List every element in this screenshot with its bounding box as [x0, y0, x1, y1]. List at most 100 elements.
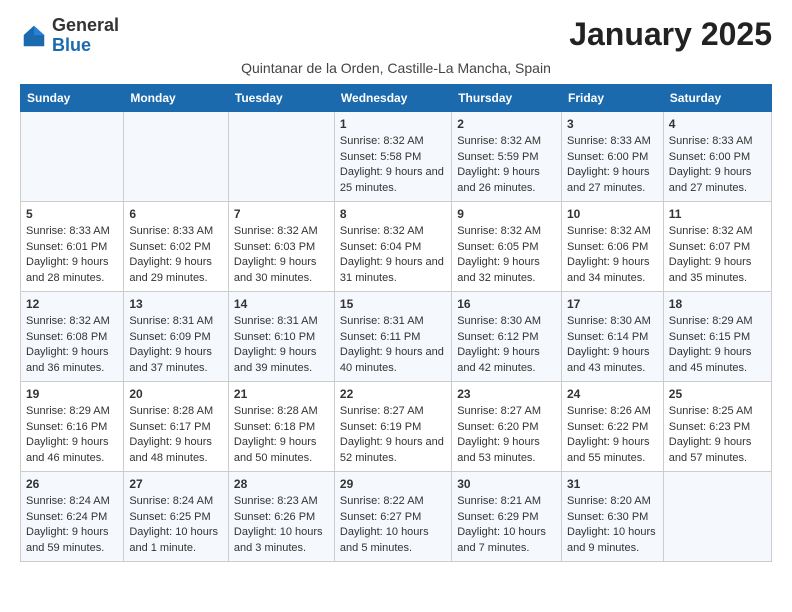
day-info: Daylight: 9 hours and 26 minutes.	[457, 165, 556, 196]
day-number: 17	[567, 296, 658, 313]
logo-icon	[20, 22, 48, 50]
calendar-cell: 18Sunrise: 8:29 AMSunset: 6:15 PMDayligh…	[663, 291, 771, 381]
day-info: Sunset: 6:09 PM	[129, 330, 223, 345]
location-subtitle: Quintanar de la Orden, Castille-La Manch…	[20, 60, 772, 76]
month-title: January 2025	[569, 16, 772, 53]
day-info: Sunset: 5:59 PM	[457, 150, 556, 165]
day-info: Daylight: 9 hours and 30 minutes.	[234, 255, 329, 286]
day-number: 13	[129, 296, 223, 313]
day-number: 10	[567, 206, 658, 223]
day-info: Sunrise: 8:25 AM	[669, 404, 766, 419]
day-number: 18	[669, 296, 766, 313]
calendar-week-row: 12Sunrise: 8:32 AMSunset: 6:08 PMDayligh…	[21, 291, 772, 381]
calendar-cell: 4Sunrise: 8:33 AMSunset: 6:00 PMDaylight…	[663, 111, 771, 201]
day-number: 20	[129, 386, 223, 403]
header-sunday: Sunday	[21, 84, 124, 111]
day-info: Sunrise: 8:33 AM	[567, 134, 658, 149]
day-info: Sunrise: 8:29 AM	[669, 314, 766, 329]
day-number: 27	[129, 476, 223, 493]
day-info: Sunset: 6:26 PM	[234, 510, 329, 525]
day-number: 19	[26, 386, 118, 403]
day-info: Sunrise: 8:24 AM	[26, 494, 118, 509]
calendar-page: General Blue January 2025 Quintanar de l…	[0, 0, 792, 578]
day-info: Daylight: 9 hours and 42 minutes.	[457, 345, 556, 376]
header-wednesday: Wednesday	[334, 84, 451, 111]
day-info: Daylight: 10 hours and 3 minutes.	[234, 525, 329, 556]
day-info: Sunrise: 8:28 AM	[129, 404, 223, 419]
day-info: Daylight: 9 hours and 27 minutes.	[669, 165, 766, 196]
calendar-body: 1Sunrise: 8:32 AMSunset: 5:58 PMDaylight…	[21, 111, 772, 561]
title-block: January 2025	[569, 16, 772, 53]
calendar-cell: 2Sunrise: 8:32 AMSunset: 5:59 PMDaylight…	[452, 111, 562, 201]
calendar-cell: 20Sunrise: 8:28 AMSunset: 6:17 PMDayligh…	[124, 381, 229, 471]
day-info: Sunset: 6:08 PM	[26, 330, 118, 345]
day-info: Sunset: 6:22 PM	[567, 420, 658, 435]
day-info: Sunset: 6:25 PM	[129, 510, 223, 525]
day-info: Sunrise: 8:32 AM	[26, 314, 118, 329]
calendar-cell: 25Sunrise: 8:25 AMSunset: 6:23 PMDayligh…	[663, 381, 771, 471]
day-info: Sunset: 6:02 PM	[129, 240, 223, 255]
day-info: Sunset: 6:06 PM	[567, 240, 658, 255]
day-info: Sunset: 6:05 PM	[457, 240, 556, 255]
day-header-row: Sunday Monday Tuesday Wednesday Thursday…	[21, 84, 772, 111]
day-info: Sunset: 6:12 PM	[457, 330, 556, 345]
day-info: Sunrise: 8:29 AM	[26, 404, 118, 419]
day-info: Daylight: 9 hours and 48 minutes.	[129, 435, 223, 466]
day-info: Daylight: 10 hours and 1 minute.	[129, 525, 223, 556]
day-info: Sunrise: 8:33 AM	[669, 134, 766, 149]
day-info: Sunset: 6:17 PM	[129, 420, 223, 435]
day-number: 11	[669, 206, 766, 223]
day-info: Sunrise: 8:24 AM	[129, 494, 223, 509]
calendar-cell: 23Sunrise: 8:27 AMSunset: 6:20 PMDayligh…	[452, 381, 562, 471]
day-number: 31	[567, 476, 658, 493]
day-info: Sunrise: 8:31 AM	[340, 314, 446, 329]
header-friday: Friday	[562, 84, 664, 111]
day-info: Sunset: 6:14 PM	[567, 330, 658, 345]
day-info: Daylight: 9 hours and 59 minutes.	[26, 525, 118, 556]
day-info: Sunrise: 8:32 AM	[669, 224, 766, 239]
logo-general: General	[52, 15, 119, 35]
day-info: Daylight: 9 hours and 55 minutes.	[567, 435, 658, 466]
calendar-cell: 26Sunrise: 8:24 AMSunset: 6:24 PMDayligh…	[21, 471, 124, 561]
day-info: Sunset: 6:30 PM	[567, 510, 658, 525]
day-info: Sunset: 6:15 PM	[669, 330, 766, 345]
day-number: 4	[669, 116, 766, 133]
calendar-cell: 21Sunrise: 8:28 AMSunset: 6:18 PMDayligh…	[228, 381, 334, 471]
calendar-cell: 12Sunrise: 8:32 AMSunset: 6:08 PMDayligh…	[21, 291, 124, 381]
day-info: Daylight: 9 hours and 29 minutes.	[129, 255, 223, 286]
day-info: Daylight: 10 hours and 9 minutes.	[567, 525, 658, 556]
day-info: Daylight: 10 hours and 7 minutes.	[457, 525, 556, 556]
calendar-cell: 22Sunrise: 8:27 AMSunset: 6:19 PMDayligh…	[334, 381, 451, 471]
calendar-cell: 6Sunrise: 8:33 AMSunset: 6:02 PMDaylight…	[124, 201, 229, 291]
header-thursday: Thursday	[452, 84, 562, 111]
calendar-cell: 30Sunrise: 8:21 AMSunset: 6:29 PMDayligh…	[452, 471, 562, 561]
day-number: 29	[340, 476, 446, 493]
calendar-cell	[124, 111, 229, 201]
calendar-cell: 31Sunrise: 8:20 AMSunset: 6:30 PMDayligh…	[562, 471, 664, 561]
day-number: 3	[567, 116, 658, 133]
calendar-cell: 19Sunrise: 8:29 AMSunset: 6:16 PMDayligh…	[21, 381, 124, 471]
day-info: Daylight: 9 hours and 25 minutes.	[340, 165, 446, 196]
calendar-cell: 5Sunrise: 8:33 AMSunset: 6:01 PMDaylight…	[21, 201, 124, 291]
day-info: Daylight: 9 hours and 36 minutes.	[26, 345, 118, 376]
day-info: Daylight: 9 hours and 37 minutes.	[129, 345, 223, 376]
calendar-cell: 8Sunrise: 8:32 AMSunset: 6:04 PMDaylight…	[334, 201, 451, 291]
calendar-cell: 24Sunrise: 8:26 AMSunset: 6:22 PMDayligh…	[562, 381, 664, 471]
day-info: Daylight: 10 hours and 5 minutes.	[340, 525, 446, 556]
day-info: Daylight: 9 hours and 57 minutes.	[669, 435, 766, 466]
day-info: Daylight: 9 hours and 52 minutes.	[340, 435, 446, 466]
day-info: Daylight: 9 hours and 40 minutes.	[340, 345, 446, 376]
day-info: Sunset: 6:16 PM	[26, 420, 118, 435]
day-number: 6	[129, 206, 223, 223]
day-info: Sunset: 6:04 PM	[340, 240, 446, 255]
day-info: Sunrise: 8:32 AM	[234, 224, 329, 239]
day-info: Daylight: 9 hours and 53 minutes.	[457, 435, 556, 466]
day-number: 12	[26, 296, 118, 313]
day-info: Sunset: 6:07 PM	[669, 240, 766, 255]
day-info: Sunrise: 8:30 AM	[567, 314, 658, 329]
calendar-cell	[21, 111, 124, 201]
day-info: Sunset: 6:23 PM	[669, 420, 766, 435]
day-info: Sunrise: 8:20 AM	[567, 494, 658, 509]
day-info: Daylight: 9 hours and 28 minutes.	[26, 255, 118, 286]
day-info: Daylight: 9 hours and 43 minutes.	[567, 345, 658, 376]
